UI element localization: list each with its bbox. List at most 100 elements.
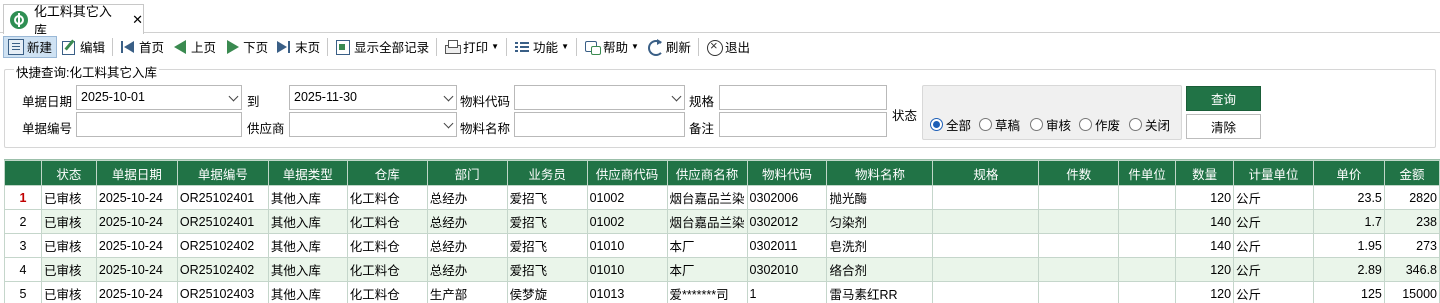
table-cell[interactable] [932,185,1040,210]
column-header[interactable]: 金额 [1383,160,1440,186]
table-cell[interactable]: 皂洗剂 [826,233,934,258]
table-cell[interactable] [1038,257,1120,282]
table-cell[interactable]: 01002 [586,185,668,210]
table-row[interactable]: 2 已审核 2025-10-24 OR25102401 其他入库 化工料仓 总经办 爱招飞 01… [4,209,1440,234]
table-cell[interactable] [1038,233,1120,258]
chevron-down-icon[interactable] [671,91,682,102]
supplier-field[interactable] [289,112,457,137]
column-header[interactable]: 计量单位 [1233,160,1314,186]
table-cell[interactable]: 已审核 [40,185,97,210]
table-cell[interactable]: 273 [1383,233,1440,258]
table-cell[interactable]: 烟台嘉品兰染 [666,209,748,234]
status-radio-approved[interactable]: 审核 [1030,115,1071,134]
table-cell[interactable]: 公斤 [1233,257,1314,282]
table-cell[interactable]: 化工料仓 [346,185,428,210]
table-row[interactable]: 5 已审核 2025-10-24 OR25102403 其他入库 化工料仓 生产部 侯梦旋 01… [4,281,1440,303]
table-cell[interactable]: 2025-10-24 [95,233,178,258]
table-cell[interactable]: 01002 [586,209,668,234]
table-cell[interactable]: 化工料仓 [346,233,428,258]
status-radio-draft[interactable]: 草稿 [979,115,1020,134]
table-cell[interactable]: 2025-10-24 [95,185,178,210]
table-cell[interactable]: 其他入库 [267,185,348,210]
table-cell[interactable]: 已审核 [40,281,97,303]
table-cell[interactable] [932,257,1040,282]
table-cell[interactable]: 1 [746,281,828,303]
table-cell[interactable]: 爱招飞 [506,233,588,258]
row-number-cell[interactable]: 5 [4,281,42,303]
table-cell[interactable]: 总经办 [426,257,508,282]
table-cell[interactable]: 01010 [586,257,668,282]
table-cell[interactable] [1038,209,1120,234]
query-button[interactable]: 查询 [1186,86,1261,111]
table-row[interactable]: 4 已审核 2025-10-24 OR25102402 其他入库 化工料仓 总经办 爱招飞 01… [4,257,1440,282]
table-cell[interactable]: 0302010 [746,257,828,282]
column-header[interactable]: 供应商名称 [666,160,748,186]
column-header[interactable]: 单据编号 [176,160,269,186]
table-cell[interactable]: OR25102401 [176,209,269,234]
next-page-button[interactable]: 下页 [220,36,272,58]
table-cell[interactable] [1118,185,1177,210]
table-cell[interactable]: 匀染剂 [826,209,934,234]
table-cell[interactable]: 化工料仓 [346,281,428,303]
date-to-field[interactable]: 2025-11-30 [289,85,457,110]
status-radio-all[interactable]: 全部 [930,115,971,134]
table-cell[interactable]: 01010 [586,233,668,258]
table-cell[interactable]: 0302011 [746,233,828,258]
status-radio-closed[interactable]: 关闭 [1129,115,1170,134]
table-row[interactable]: 1 已审核 2025-10-24 OR25102401 其他入库 化工料仓 总经办 爱招飞 01… [4,185,1440,210]
table-cell[interactable]: OR25102402 [176,233,269,258]
radio-icon[interactable] [1030,118,1043,131]
doc-no-field[interactable] [76,112,242,137]
print-button[interactable]: 打印 ▼ [440,36,503,58]
table-cell[interactable]: OR25102403 [176,281,269,303]
row-number-cell[interactable]: 3 [4,233,42,258]
column-header[interactable]: 业务员 [506,160,588,186]
remark-field[interactable] [719,112,887,137]
table-cell[interactable]: 238 [1383,209,1440,234]
column-header[interactable]: 供应商代码 [586,160,668,186]
chevron-down-icon[interactable] [228,91,239,102]
table-cell[interactable]: 其他入库 [267,233,348,258]
functions-button[interactable]: 功能 ▼ [510,36,573,58]
table-cell[interactable] [932,281,1040,303]
table-cell[interactable]: 其他入库 [267,281,348,303]
table-cell[interactable]: 雷马素红RR [826,281,934,303]
table-cell[interactable]: 23.5 [1312,185,1385,210]
spec-field[interactable] [719,85,887,110]
prev-page-button[interactable]: 上页 [168,36,220,58]
table-cell[interactable]: OR25102401 [176,185,269,210]
row-number-cell[interactable]: 4 [4,257,42,282]
table-cell[interactable]: 140 [1175,209,1235,234]
table-cell[interactable]: 2.89 [1312,257,1385,282]
radio-icon[interactable] [979,118,992,131]
table-cell[interactable]: 本厂 [666,257,748,282]
table-cell[interactable]: 其他入库 [267,257,348,282]
new-button[interactable]: 新建 [3,35,58,58]
table-cell[interactable]: OR25102402 [176,257,269,282]
table-cell[interactable] [1118,281,1177,303]
table-cell[interactable]: 侯梦旋 [506,281,588,303]
column-header[interactable]: 数量 [1175,160,1235,186]
chevron-down-icon[interactable] [443,118,454,129]
status-radio-void[interactable]: 作废 [1079,115,1120,134]
table-cell[interactable]: 爱招飞 [506,209,588,234]
table-cell[interactable]: 爱招飞 [506,257,588,282]
radio-selected-icon[interactable] [930,118,943,131]
material-code-field[interactable] [514,85,685,110]
table-cell[interactable]: 总经办 [426,209,508,234]
table-cell[interactable]: 络合剂 [826,257,934,282]
table-cell[interactable]: 生产部 [426,281,508,303]
material-name-field[interactable] [514,112,685,137]
tab-chemical-other-inbound[interactable]: 化工料其它入库 ✕ [3,4,144,38]
column-header[interactable]: 仓库 [346,160,428,186]
table-cell[interactable]: 125 [1312,281,1385,303]
table-cell[interactable]: 本厂 [666,233,748,258]
table-cell[interactable]: 120 [1175,281,1235,303]
radio-icon[interactable] [1129,118,1142,131]
table-cell[interactable]: 01013 [586,281,668,303]
row-number-cell[interactable]: 1 [4,185,42,210]
row-number-cell[interactable]: 2 [4,209,42,234]
table-row[interactable]: 3 已审核 2025-10-24 OR25102402 其他入库 化工料仓 总经办 爱招飞 01… [4,233,1440,258]
date-from-field[interactable]: 2025-10-01 [76,85,242,110]
column-header[interactable]: 状态 [40,160,97,186]
